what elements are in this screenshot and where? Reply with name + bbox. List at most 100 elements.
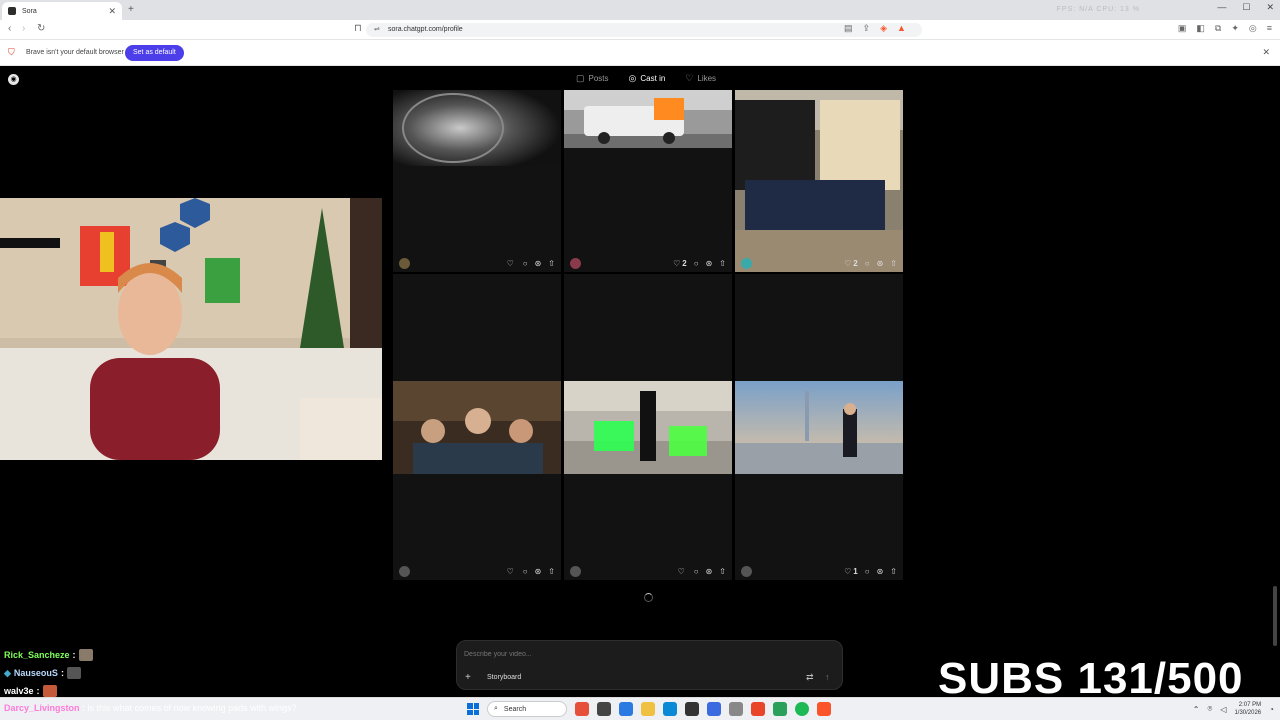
infobar-message: Brave isn't your default browser: [26, 49, 124, 56]
like-button[interactable]: ♡ 2: [844, 259, 858, 268]
like-count: 2: [682, 258, 687, 268]
avatar[interactable]: [399, 257, 410, 269]
share-icon[interactable]: ⇪: [863, 23, 871, 34]
reload-icon[interactable]: ↻: [37, 23, 45, 34]
like-button[interactable]: ♡ 1: [844, 567, 858, 576]
browser-tab[interactable]: Sora ✕: [2, 2, 122, 20]
share-icon[interactable]: ⇧: [890, 259, 897, 268]
remix-icon[interactable]: ⊛: [706, 567, 713, 576]
taskbar-app-icon[interactable]: [575, 702, 589, 716]
site-info-icon[interactable]: ⇌: [374, 23, 380, 37]
like-button[interactable]: ♡: [507, 567, 516, 576]
remix-icon[interactable]: ⊛: [535, 567, 542, 576]
card-action-bar: ♡ ○ ⊛ ⇧: [564, 562, 732, 580]
minimize-icon[interactable]: —: [1217, 2, 1226, 13]
share-icon[interactable]: ⇧: [719, 259, 726, 268]
like-button[interactable]: ♡: [678, 567, 687, 576]
remix-icon[interactable]: ⊛: [877, 567, 884, 576]
taskbar-search-label: Search: [503, 705, 527, 713]
spotify-icon[interactable]: [795, 702, 809, 716]
prompt-input[interactable]: [464, 651, 764, 658]
tray-chevron-icon[interactable]: ⌃: [1193, 705, 1200, 714]
tabs-icon[interactable]: ⧉: [1215, 23, 1221, 34]
back-icon[interactable]: ‹: [8, 23, 11, 34]
storyboard-button[interactable]: Storyboard: [487, 674, 521, 681]
wallet-icon[interactable]: ▣: [1178, 23, 1187, 34]
brave-icon[interactable]: [817, 702, 831, 716]
share-icon[interactable]: ⇧: [890, 567, 897, 576]
remix-icon[interactable]: ⊛: [706, 259, 713, 268]
comment-icon[interactable]: ○: [694, 259, 699, 268]
tab-close-icon[interactable]: ✕: [108, 6, 116, 17]
avatar[interactable]: [741, 565, 752, 577]
tab-likes[interactable]: ♡ Likes: [685, 73, 716, 84]
comment-icon[interactable]: ○: [694, 567, 699, 576]
brave-rewards-icon[interactable]: ▲: [897, 23, 906, 34]
comment-icon[interactable]: ○: [523, 259, 528, 268]
chrome-icon[interactable]: [751, 702, 765, 716]
maximize-icon[interactable]: ☐: [1242, 2, 1250, 13]
remix-icon[interactable]: ⊛: [877, 259, 884, 268]
new-tab-button[interactable]: +: [128, 4, 134, 15]
sora-logo-icon[interactable]: ◉: [8, 74, 19, 85]
chat-text: is this what comes of now knowing pads w…: [87, 703, 297, 713]
notification-bell-icon[interactable]: ◔: [1269, 705, 1274, 714]
edge-icon[interactable]: [663, 702, 677, 716]
forward-icon[interactable]: ›: [22, 23, 25, 34]
add-media-button[interactable]: +: [465, 672, 471, 683]
share-icon[interactable]: ⇧: [548, 567, 555, 576]
settings-sliders-icon[interactable]: ⇄: [806, 672, 814, 683]
taskbar-app-icon[interactable]: [597, 702, 611, 716]
chat-separator: :: [72, 650, 76, 660]
video-card[interactable]: ♡ ○ ⊛ ⇧: [564, 274, 732, 580]
extensions-icon[interactable]: ✦: [1231, 23, 1239, 34]
remix-icon[interactable]: ⊛: [535, 259, 542, 268]
avatar[interactable]: [570, 565, 581, 577]
avatar[interactable]: [399, 565, 410, 577]
sidebar-icon[interactable]: ◧: [1196, 23, 1205, 34]
taskbar-app-icon[interactable]: [619, 702, 633, 716]
comment-icon[interactable]: ○: [865, 567, 870, 576]
video-card[interactable]: ♡ ○ ⊛ ⇧: [393, 274, 561, 580]
set-default-button[interactable]: Set as default: [125, 45, 184, 61]
like-button[interactable]: ♡ 2: [673, 259, 687, 268]
url-field[interactable]: ⇌ sora.chatgpt.com/profile: [366, 23, 922, 37]
taskbar-search[interactable]: ⌕ Search: [487, 701, 567, 717]
leo-icon[interactable]: ◎: [1249, 23, 1257, 34]
share-icon[interactable]: ⇧: [548, 259, 555, 268]
comment-icon[interactable]: ○: [523, 567, 528, 576]
file-explorer-icon[interactable]: [641, 702, 655, 716]
taskbar-app-icon[interactable]: [707, 702, 721, 716]
like-count: 2: [853, 258, 858, 268]
tab-cast-in[interactable]: ◎ Cast in: [629, 73, 666, 84]
clock-time: 2:07 PM: [1238, 702, 1262, 708]
reader-mode-icon[interactable]: ▤: [844, 23, 853, 34]
window-close-icon[interactable]: ✕: [1266, 2, 1274, 13]
windows-start-icon[interactable]: [467, 703, 479, 715]
brave-shield-icon: ⛉: [8, 47, 15, 57]
page-scrollbar[interactable]: [1272, 66, 1278, 696]
send-arrow-icon[interactable]: ↑: [825, 672, 830, 682]
taskbar-app-icon[interactable]: [729, 702, 743, 716]
avatar[interactable]: [741, 257, 752, 269]
menu-icon[interactable]: ≡: [1267, 23, 1272, 34]
brave-shields-icon[interactable]: ◈: [880, 23, 887, 34]
default-browser-infobar: ⛉ Brave isn't your default browser Set a…: [0, 40, 1280, 66]
taskbar-clock[interactable]: 2:07 PM 1/30/2026: [1234, 701, 1261, 717]
like-button[interactable]: ♡: [507, 259, 516, 268]
network-icon[interactable]: ⌾: [1207, 704, 1212, 714]
avatar[interactable]: [570, 257, 581, 269]
share-icon[interactable]: ⇧: [719, 567, 726, 576]
taskbar-app-icon[interactable]: [773, 702, 787, 716]
video-card[interactable]: ♡ ○ ⊛ ⇧: [393, 90, 561, 272]
infobar-close-icon[interactable]: ✕: [1262, 47, 1270, 58]
video-card[interactable]: ♡ 2 ○ ⊛ ⇧: [564, 90, 732, 272]
volume-icon[interactable]: ◁: [1220, 705, 1226, 714]
comment-icon[interactable]: ○: [865, 259, 870, 268]
chat-message: ◆ NauseouS :: [4, 664, 93, 682]
taskbar-app-icon[interactable]: [685, 702, 699, 716]
video-card[interactable]: ♡ 1 ○ ⊛ ⇧: [735, 274, 903, 580]
video-card[interactable]: ♡ 2 ○ ⊛ ⇧: [735, 90, 903, 272]
bookmark-icon[interactable]: ⊓: [354, 23, 362, 34]
tab-posts[interactable]: ▢ Posts: [576, 73, 609, 84]
